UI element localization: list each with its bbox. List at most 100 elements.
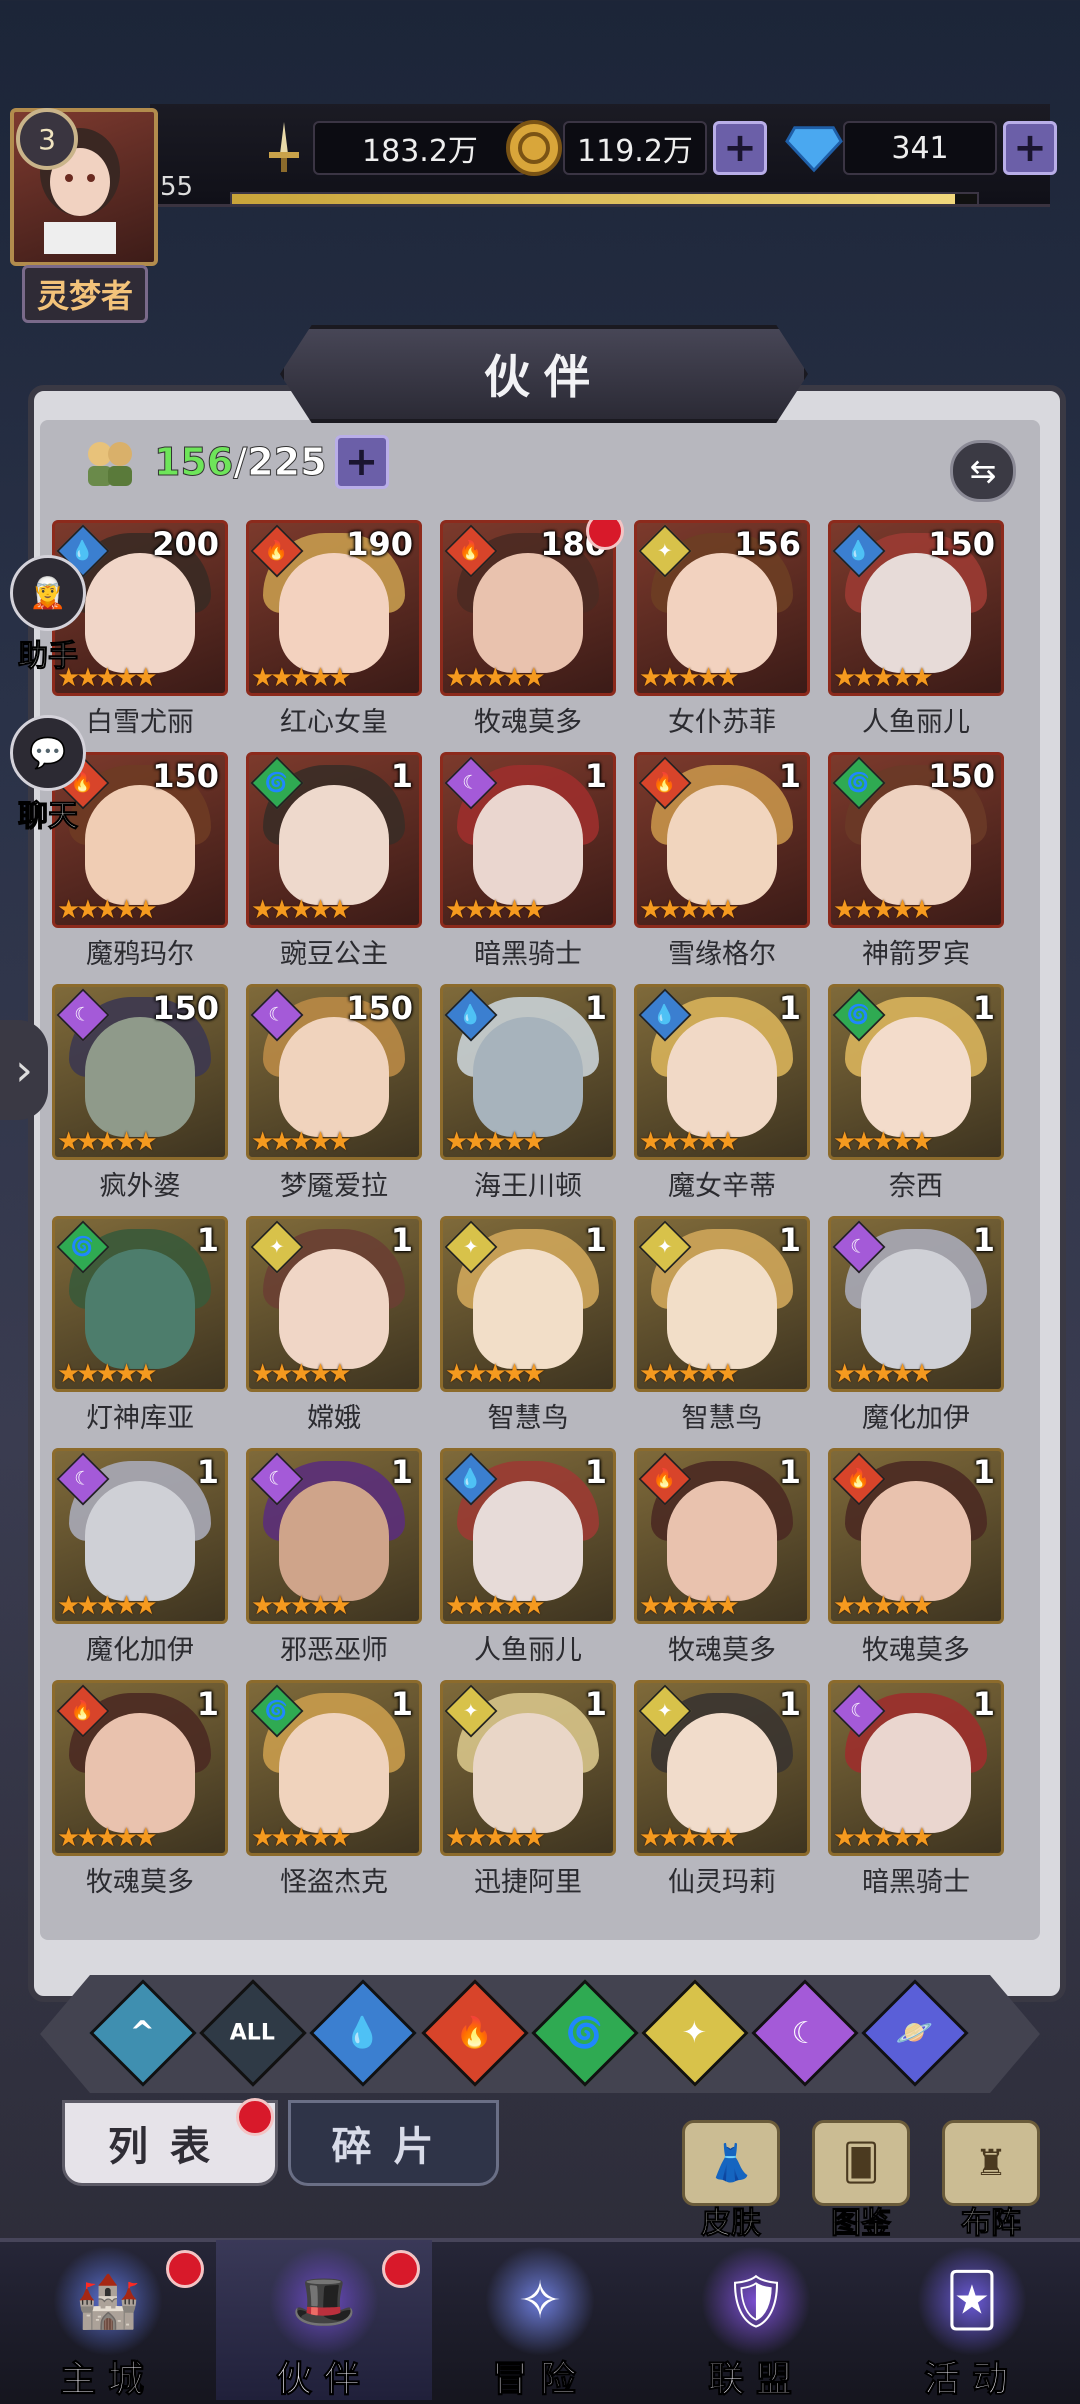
hero-name: 魔化加伊: [862, 1403, 970, 1434]
hero-name: 智慧鸟: [681, 1403, 763, 1434]
nav-compass[interactable]: ✧ 冒险: [432, 2240, 648, 2401]
hero-card[interactable]: ✦ 1 ★★★★★ 迅捷阿里: [440, 1680, 616, 1906]
add-diamond-button[interactable]: +: [1003, 121, 1057, 175]
hero-card[interactable]: 🌀 1 ★★★★★ 灯神库亚: [52, 1216, 228, 1442]
side-expand-button[interactable]: ›: [0, 1020, 48, 1120]
hero-name: 雪缘格尔: [668, 939, 776, 970]
nav-shield[interactable]: 🛡 联盟: [648, 2240, 864, 2401]
hero-card[interactable]: 💧 1 ★★★★★ 魔女辛蒂: [634, 984, 810, 1210]
hero-card[interactable]: 🌀 150 ★★★★★ 神箭罗宾: [828, 752, 1004, 978]
star-rating: ★★★★★: [639, 1127, 740, 1157]
hero-card[interactable]: 💧 150 ★★★★★ 人鱼丽儿: [828, 520, 1004, 746]
panel-title: 伙伴: [280, 325, 808, 423]
hero-level: 1: [390, 1453, 413, 1491]
hero-card[interactable]: 🔥 190 ★★★★★ 红心女皇: [246, 520, 422, 746]
star-rating: ★★★★★: [57, 895, 158, 925]
hero-portrait: 💧 1 ★★★★★: [634, 984, 810, 1160]
player-title-plate[interactable]: 灵梦者: [22, 265, 148, 323]
hero-face: [861, 785, 971, 905]
hero-level: 1: [196, 1685, 219, 1723]
hero-name: 牧魂莫多: [474, 707, 582, 738]
hero-card[interactable]: ☾ 150 ★★★★★ 疯外婆: [52, 984, 228, 1210]
fire-icon: 🔥: [456, 2015, 494, 2051]
hero-card[interactable]: 🔥 1 ★★★★★ 牧魂莫多: [52, 1680, 228, 1906]
nav-label: 联盟: [707, 2359, 804, 2401]
star-rating: ★★★★★: [833, 1359, 934, 1389]
hero-face: [667, 1481, 777, 1601]
power-value: 183.2万: [313, 121, 527, 175]
light-icon: ✦: [682, 2015, 708, 2051]
hero-card[interactable]: ✦ 1 ★★★★★ 仙灵玛莉: [634, 1680, 810, 1906]
sort-swap-button[interactable]: ⇆: [950, 440, 1016, 502]
quick-label: 图鉴: [831, 2206, 892, 2242]
hero-portrait: ☾ 150 ★★★★★: [246, 984, 422, 1160]
nav-witch-hat[interactable]: 🎩 伙伴: [216, 2240, 432, 2401]
hero-card[interactable]: ☾ 1 ★★★★★ 暗黑骑士: [828, 1680, 1004, 1906]
hero-face: [279, 1713, 389, 1833]
water-drop-icon: 💧: [344, 2015, 382, 2051]
tab-fragments[interactable]: 碎片: [288, 2100, 499, 2186]
compass-icon: ✧: [485, 2246, 595, 2356]
hero-level: 1: [390, 1221, 413, 1259]
hero-face: [667, 785, 777, 905]
hero-name: 牧魂莫多: [668, 1635, 776, 1666]
quick-codex-button[interactable]: 🂠 图鉴: [806, 2120, 916, 2242]
hero-card[interactable]: 🔥 1 ★★★★★ 雪缘格尔: [634, 752, 810, 978]
nav-label: 伙伴: [275, 2359, 372, 2401]
star-rating: ★★★★★: [251, 663, 352, 693]
hero-card[interactable]: 💧 1 ★★★★★ 海王川顿: [440, 984, 616, 1210]
quick-formation-button[interactable]: ♜ 布阵: [936, 2120, 1046, 2242]
hero-card[interactable]: ✦ 1 ★★★★★ 智慧鸟: [634, 1216, 810, 1442]
hero-portrait: 💧 1 ★★★★★: [440, 1448, 616, 1624]
hero-card[interactable]: ☾ 1 ★★★★★ 魔化加伊: [828, 1216, 1004, 1442]
hero-card[interactable]: ✦ 1 ★★★★★ 智慧鸟: [440, 1216, 616, 1442]
partner-count: 156/225 +: [80, 432, 389, 492]
hero-card[interactable]: ✦ 1 ★★★★★ 嫦娥: [246, 1216, 422, 1442]
hero-face: [85, 553, 195, 673]
nav-cards[interactable]: 🃏 活动: [864, 2240, 1080, 2401]
hero-face: [861, 553, 971, 673]
swap-icon: ⇆: [969, 452, 997, 490]
star-rating: ★★★★★: [251, 1127, 352, 1157]
nav-castle[interactable]: 🏰 主城: [0, 2240, 216, 2401]
hero-face: [473, 1249, 583, 1369]
hero-portrait: ☾ 1 ★★★★★: [828, 1216, 1004, 1392]
formation-icon: ♜: [942, 2120, 1040, 2206]
chat-button[interactable]: 💬 聊天: [6, 715, 90, 835]
hero-level: 1: [972, 1685, 995, 1723]
hero-portrait: ☾ 1 ★★★★★: [440, 752, 616, 928]
star-rating: ★★★★★: [57, 1591, 158, 1621]
hero-name: 智慧鸟: [487, 1403, 569, 1434]
hero-card[interactable]: ✦ 156 ★★★★★ 女仆苏菲: [634, 520, 810, 746]
star-rating: ★★★★★: [833, 895, 934, 925]
witch-hat-icon: 🎩: [269, 2246, 379, 2356]
hero-card[interactable]: ☾ 1 ★★★★★ 暗黑骑士: [440, 752, 616, 978]
hero-card[interactable]: 🌀 1 ★★★★★ 豌豆公主: [246, 752, 422, 978]
power-resource: 183.2万: [255, 118, 527, 178]
quick-skin-button[interactable]: 👗 皮肤: [676, 2120, 786, 2242]
hero-name: 迅捷阿里: [474, 1867, 582, 1898]
hero-card[interactable]: 💧 1 ★★★★★ 人鱼丽儿: [440, 1448, 616, 1674]
hero-card[interactable]: 🔥 1 ★★★★★ 牧魂莫多: [634, 1448, 810, 1674]
hero-level: 1: [196, 1221, 219, 1259]
hero-level: 1: [972, 1453, 995, 1491]
hero-card[interactable]: 🔥 180 ★★★★★ 牧魂莫多: [440, 520, 624, 746]
expand-slots-button[interactable]: +: [334, 435, 389, 489]
assistant-button[interactable]: 🧝 助手: [6, 555, 90, 675]
diamond-resource: 341 +: [785, 118, 1057, 178]
hero-face: [85, 1017, 195, 1137]
add-gold-button[interactable]: +: [713, 121, 767, 175]
hero-level: 150: [152, 757, 219, 795]
shield-icon: 🛡: [701, 2246, 811, 2356]
hero-name: 红心女皇: [280, 707, 388, 738]
hero-card[interactable]: ☾ 1 ★★★★★ 魔化加伊: [52, 1448, 228, 1674]
hero-face: [861, 1017, 971, 1137]
hero-card[interactable]: 🔥 1 ★★★★★ 牧魂莫多: [828, 1448, 1004, 1674]
hero-level: 1: [584, 1453, 607, 1491]
hero-card[interactable]: ☾ 1 ★★★★★ 邪恶巫师: [246, 1448, 422, 1674]
hero-card[interactable]: ☾ 150 ★★★★★ 梦魇爱拉: [246, 984, 422, 1210]
hero-card[interactable]: 🌀 1 ★★★★★ 怪盗杰克: [246, 1680, 422, 1906]
hero-card[interactable]: 🌀 1 ★★★★★ 奈西: [828, 984, 1004, 1210]
hero-face: [473, 1017, 583, 1137]
hero-level: 1: [778, 757, 801, 795]
